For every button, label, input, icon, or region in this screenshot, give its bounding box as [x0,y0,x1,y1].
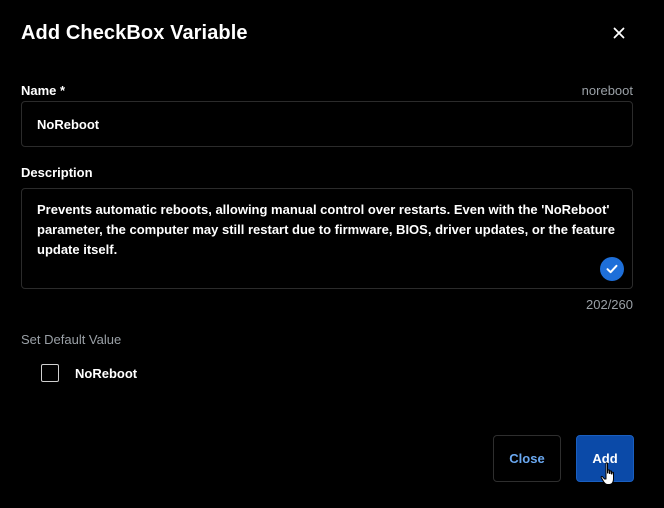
name-input-value: NoReboot [37,116,100,132]
add-button[interactable]: Add [576,435,634,482]
add-checkbox-variable-dialog: Add CheckBox Variable Name * noreboot No… [0,0,664,508]
name-label: Name * [21,83,66,98]
check-circle-icon [600,257,624,281]
noreboot-checkbox-label[interactable]: NoReboot [75,366,137,381]
description-textarea[interactable]: Prevents automatic reboots, allowing man… [21,188,633,289]
character-counter: 202/260 [586,297,633,312]
description-label: Description [21,165,93,180]
noreboot-checkbox[interactable] [41,364,59,382]
close-icon[interactable] [609,23,629,43]
close-button[interactable]: Close [493,435,561,482]
name-input[interactable]: NoReboot [21,101,633,147]
default-value-label: Set Default Value [21,332,122,347]
description-text: Prevents automatic reboots, allowing man… [37,202,615,257]
dialog-title: Add CheckBox Variable [21,22,248,44]
name-hint: noreboot [581,83,633,98]
